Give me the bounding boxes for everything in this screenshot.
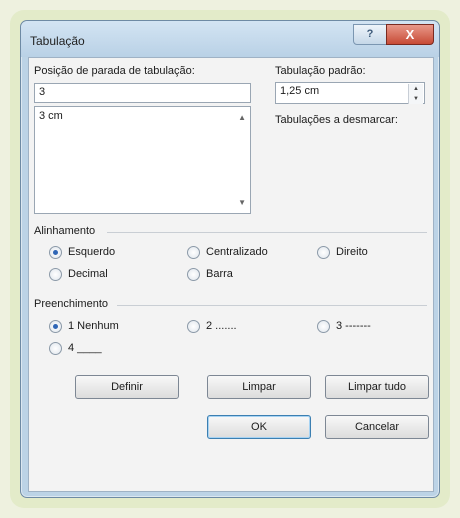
help-button[interactable]: ? (353, 24, 387, 45)
tab-stop-position-label: Posição de parada de tabulação: (34, 65, 195, 77)
title-bar: Tabulação ? X (21, 21, 439, 57)
close-button[interactable]: X (386, 24, 434, 45)
align-decimal-label[interactable]: Decimal (68, 268, 108, 280)
dialog-body: Posição de parada de tabulação: 3 3 cm ▲… (28, 57, 434, 492)
tab-dialog: Tabulação ? X Posição de parada de tabul… (20, 20, 440, 498)
align-right-label[interactable]: Direito (336, 246, 368, 258)
clear-button[interactable]: Limpar (207, 375, 311, 399)
align-left-label[interactable]: Esquerdo (68, 246, 115, 258)
leader-dashes-label[interactable]: 3 ------- (336, 320, 371, 332)
leader-none-label[interactable]: 1 Nenhum (68, 320, 119, 332)
leader-none-radio[interactable] (49, 320, 62, 333)
default-tab-stops-value: 1,25 cm (280, 85, 320, 97)
set-button[interactable]: Definir (75, 375, 179, 399)
window-title: Tabulação (30, 34, 85, 48)
leader-group-label: Preenchimento (34, 298, 108, 310)
align-right-radio[interactable] (317, 246, 330, 259)
align-left-radio[interactable] (49, 246, 62, 259)
default-tab-stops-input[interactable]: 1,25 cm ▲ ▼ (275, 82, 425, 104)
scroll-down-icon[interactable]: ▼ (238, 198, 246, 207)
spin-down-icon[interactable]: ▼ (409, 94, 423, 104)
scroll-up-icon[interactable]: ▲ (238, 113, 246, 122)
clear-all-button[interactable]: Limpar tudo (325, 375, 429, 399)
leader-underline-label[interactable]: 4 ____ (68, 342, 102, 354)
align-center-label[interactable]: Centralizado (206, 246, 268, 258)
leader-dots-radio[interactable] (187, 320, 200, 333)
align-center-radio[interactable] (187, 246, 200, 259)
leader-dashes-radio[interactable] (317, 320, 330, 333)
ok-button[interactable]: OK (207, 415, 311, 439)
spinner[interactable]: ▲ ▼ (408, 84, 423, 104)
align-decimal-radio[interactable] (49, 268, 62, 281)
spin-up-icon[interactable]: ▲ (409, 84, 423, 94)
tab-stop-position-list[interactable]: 3 cm ▲ ▼ (34, 106, 251, 214)
alignment-divider (107, 232, 427, 233)
leader-dots-label[interactable]: 2 ....... (206, 320, 237, 332)
tab-stop-list-item[interactable]: 3 cm (39, 110, 63, 122)
alignment-group-label: Alinhamento (34, 225, 96, 237)
cancel-button[interactable]: Cancelar (325, 415, 429, 439)
tabs-to-clear-label: Tabulações a desmarcar: (275, 114, 398, 126)
tab-stop-position-input[interactable]: 3 (34, 83, 251, 103)
leader-underline-radio[interactable] (49, 342, 62, 355)
align-bar-radio[interactable] (187, 268, 200, 281)
default-tab-stops-label: Tabulação padrão: (275, 65, 366, 77)
align-bar-label[interactable]: Barra (206, 268, 233, 280)
leader-divider (117, 305, 427, 306)
